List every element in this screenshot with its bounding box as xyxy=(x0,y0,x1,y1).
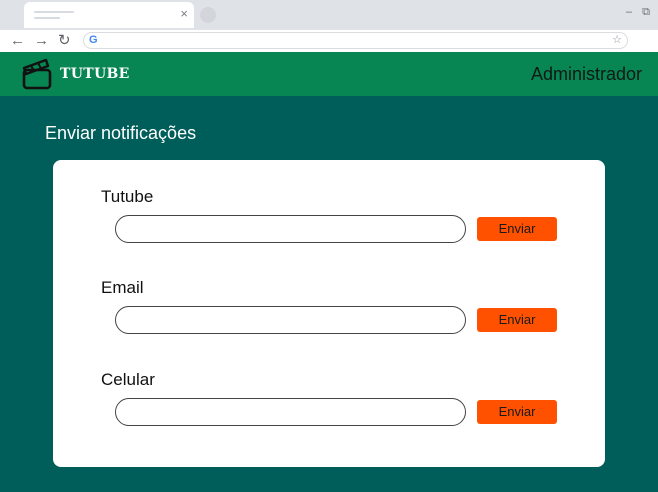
send-tutube-button[interactable]: Enviar xyxy=(477,217,557,241)
brand-name[interactable]: TUTUBE xyxy=(60,65,130,83)
bookmark-star-icon[interactable]: ☆ xyxy=(612,33,622,48)
email-label: Email xyxy=(101,278,144,297)
tutube-label: Tutube xyxy=(101,187,154,206)
page-title: Enviar notificações xyxy=(45,123,197,143)
forward-icon[interactable]: → xyxy=(34,32,49,50)
browser-tab[interactable]: × xyxy=(24,2,194,28)
user-name[interactable]: Administrador xyxy=(531,63,642,85)
restore-icon[interactable]: ⧉ xyxy=(642,5,650,19)
tab-title-placeholder xyxy=(34,11,74,13)
minimize-icon[interactable]: – xyxy=(626,5,632,19)
send-celular-button[interactable]: Enviar xyxy=(477,400,557,424)
send-email-button[interactable]: Enviar xyxy=(477,308,557,332)
celular-label: Celular xyxy=(101,370,155,389)
new-tab-button[interactable] xyxy=(200,7,216,23)
celular-input[interactable] xyxy=(115,398,466,426)
notification-form: Tutube Enviar Email Enviar Celular Envia… xyxy=(53,160,605,467)
tab-title-placeholder-2 xyxy=(34,17,60,19)
app-header: TUTUBE Administrador xyxy=(0,52,658,96)
browser-toolbar: ← → ↻ G ☆ xyxy=(0,30,658,52)
address-bar[interactable]: G ☆ xyxy=(83,32,628,49)
close-tab-icon[interactable]: × xyxy=(180,6,188,22)
reload-icon[interactable]: ↻ xyxy=(58,32,71,50)
email-input[interactable] xyxy=(115,306,466,334)
main-content: Enviar notificações Tutube Enviar Email … xyxy=(0,96,658,492)
browser-chrome: × – ⧉ ← → ↻ G ☆ xyxy=(0,0,658,52)
google-icon: G xyxy=(89,34,98,46)
back-icon[interactable]: ← xyxy=(10,32,25,50)
clapperboard-icon xyxy=(22,58,52,90)
tutube-input[interactable] xyxy=(115,215,466,243)
